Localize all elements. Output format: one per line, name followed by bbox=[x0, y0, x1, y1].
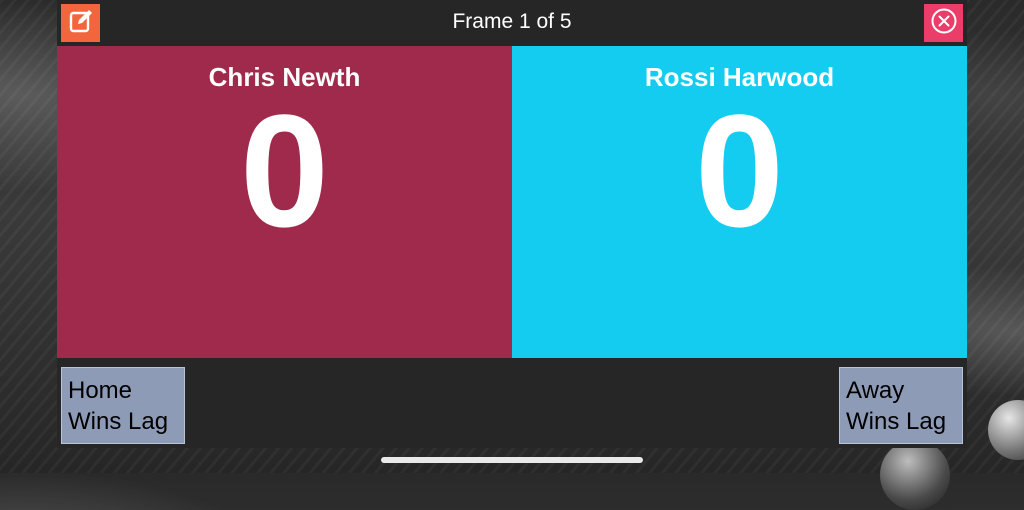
background-ball bbox=[880, 440, 950, 510]
frame-title: Frame 1 of 5 bbox=[452, 10, 572, 33]
away-player-score: 0 bbox=[695, 81, 784, 260]
home-wins-lag-button[interactable]: Home Wins Lag bbox=[61, 367, 185, 444]
home-wins-lag-label-line1: Home bbox=[68, 377, 133, 404]
home-wins-lag-label-line2: Wins Lag bbox=[68, 408, 169, 435]
away-wins-lag-label-line2: Wins Lag bbox=[846, 408, 947, 435]
close-button[interactable] bbox=[924, 4, 963, 42]
scoreboard-panel: Frame 1 of 5 Chris Newth 0 Rossi Harwood… bbox=[57, 0, 967, 448]
top-bar: Frame 1 of 5 bbox=[57, 0, 967, 46]
home-player-score: 0 bbox=[240, 81, 329, 260]
away-wins-lag-button[interactable]: Away Wins Lag bbox=[839, 367, 963, 444]
background-ball bbox=[988, 400, 1024, 460]
close-icon bbox=[930, 7, 958, 40]
home-indicator-bar[interactable] bbox=[381, 457, 643, 463]
away-wins-lag-label-line1: Away bbox=[846, 377, 905, 404]
home-player-area[interactable]: Chris Newth 0 bbox=[57, 46, 512, 358]
away-player-area[interactable]: Rossi Harwood 0 bbox=[512, 46, 967, 358]
